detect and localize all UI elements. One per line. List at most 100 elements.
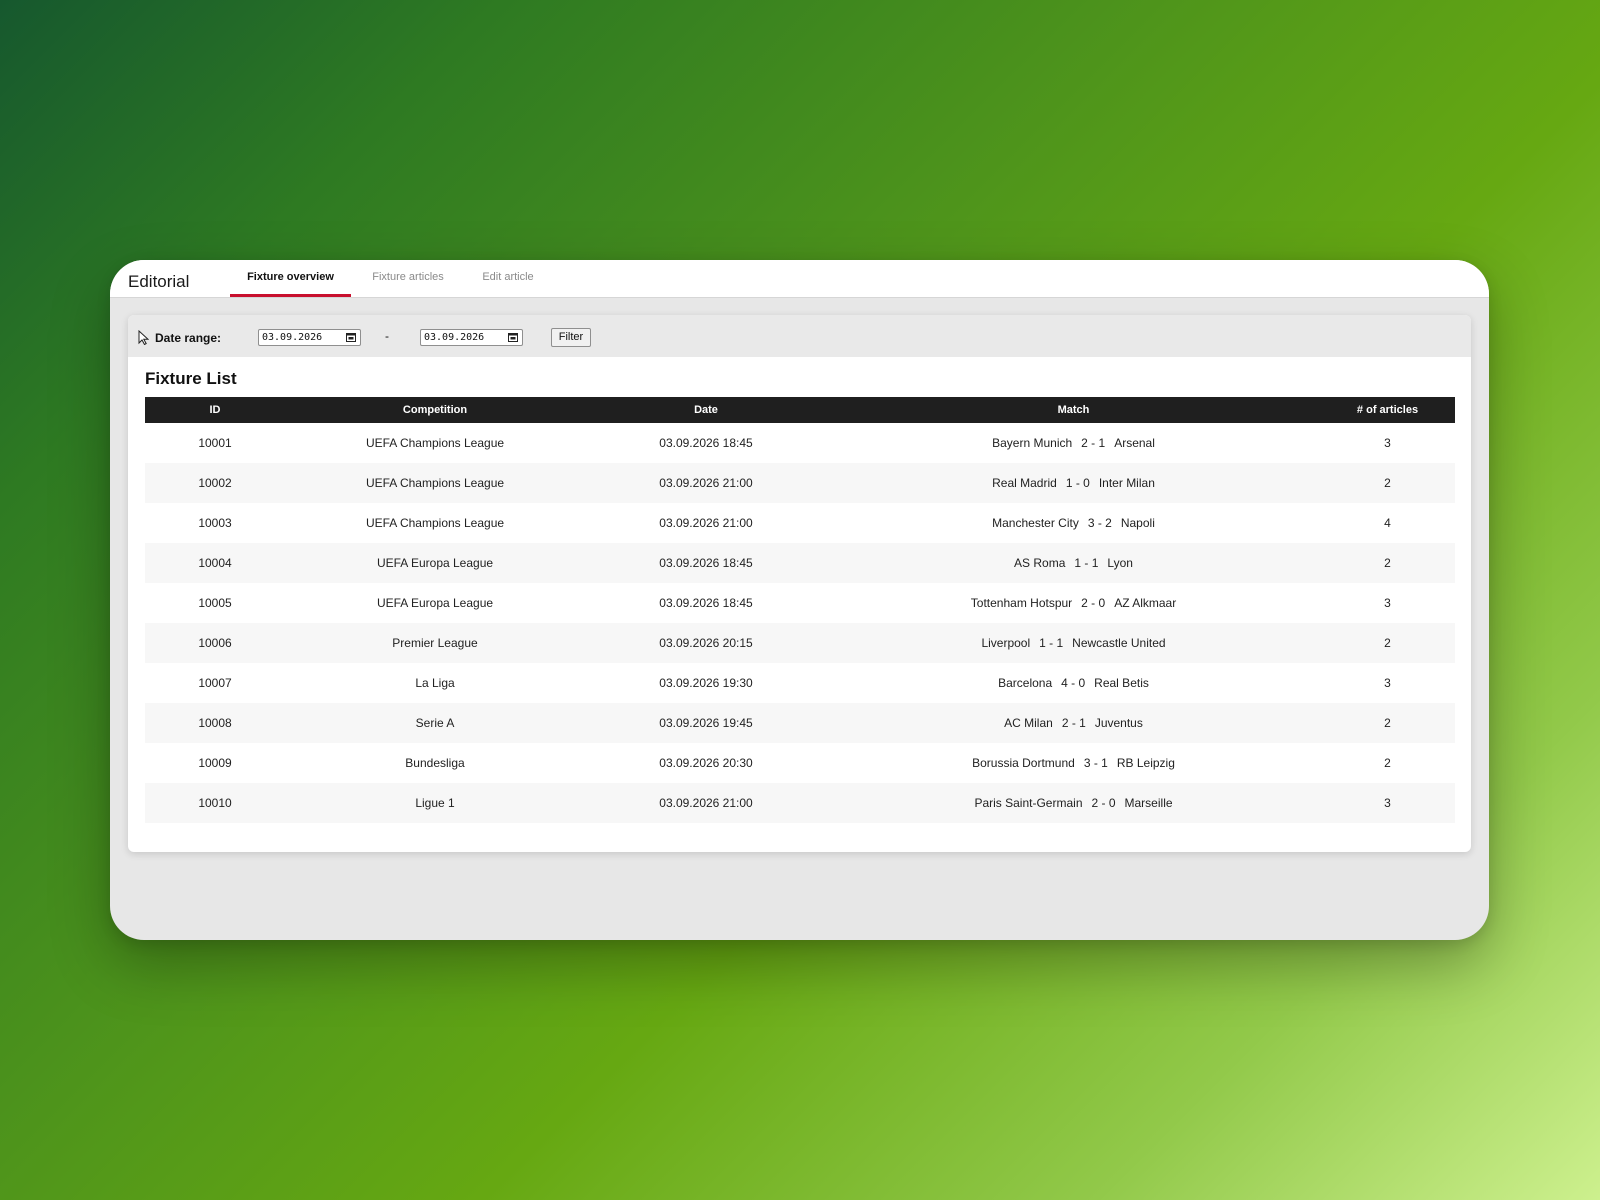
cell-articles: 3	[1384, 676, 1391, 690]
cell-date: 03.09.2026 20:30	[659, 756, 753, 770]
home-team: Barcelona	[998, 676, 1053, 690]
fixture-list-title: Fixture List	[145, 369, 237, 388]
date-to-input[interactable]: 03.09.2026	[420, 329, 523, 346]
away-team: Lyon	[1107, 556, 1133, 570]
cell-id: 10005	[198, 596, 232, 610]
column-header-articles[interactable]: # of articles	[1320, 397, 1455, 423]
cell-competition: UEFA Europa League	[376, 556, 494, 570]
match-score: 3 - 1	[1083, 756, 1108, 770]
cell-articles: 2	[1384, 556, 1391, 570]
tab-fixture-articles[interactable]: Fixture articles	[363, 271, 453, 297]
cell-articles: 3	[1384, 796, 1391, 810]
table-row[interactable]: 10003 UEFA Champions League 03.09.2026 2…	[145, 503, 1455, 543]
away-team: RB Leipzig	[1116, 756, 1175, 770]
cell-date: 03.09.2026 18:45	[659, 436, 753, 450]
table-row[interactable]: 10006 Premier League 03.09.2026 20:15 Li…	[145, 623, 1455, 663]
cell-date: 03.09.2026 20:15	[659, 636, 753, 650]
cell-date: 03.09.2026 21:00	[659, 796, 753, 810]
cell-match: AC Milan 2 - 1 Juventus	[827, 703, 1320, 743]
home-team: Tottenham Hotspur	[970, 596, 1073, 610]
home-team: Manchester City	[992, 516, 1079, 530]
cell-date: 03.09.2026 19:30	[659, 676, 753, 690]
cell-date: 03.09.2026 21:00	[659, 516, 753, 530]
table-header-row: ID Competition Date Match # of articles	[145, 397, 1455, 423]
date-from-input[interactable]: 03.09.2026	[258, 329, 361, 346]
home-team: Liverpool	[981, 636, 1031, 650]
cell-match: Real Madrid 1 - 0 Inter Milan	[827, 463, 1320, 503]
date-from-value: 03.09.2026	[262, 332, 323, 343]
cell-match: AS Roma 1 - 1 Lyon	[827, 543, 1320, 583]
away-team: Napoli	[1120, 516, 1155, 530]
cell-match: Manchester City 3 - 2 Napoli	[827, 503, 1320, 543]
column-header-competition[interactable]: Competition	[285, 397, 585, 423]
cell-id: 10010	[198, 796, 232, 810]
cell-competition: Bundesliga	[405, 756, 465, 770]
cell-match: Bayern Munich 2 - 1 Arsenal	[827, 423, 1320, 463]
cell-competition: Serie A	[415, 716, 455, 730]
away-team: Juventus	[1094, 716, 1143, 730]
table-row[interactable]: 10004 UEFA Europa League 03.09.2026 18:4…	[145, 543, 1455, 583]
cell-match: Paris Saint-Germain 2 - 0 Marseille	[827, 783, 1320, 823]
date-filter-bar: Date range: 03.09.2026 - 03.09.2026 Filt…	[128, 315, 1471, 357]
cell-date: 03.09.2026 21:00	[659, 476, 753, 490]
cell-articles: 3	[1384, 596, 1391, 610]
cell-id: 10007	[198, 676, 232, 690]
home-team: Borussia Dortmund	[972, 756, 1075, 770]
tab-fixture-overview[interactable]: Fixture overview	[230, 271, 351, 297]
cell-id: 10003	[198, 516, 232, 530]
cell-competition: UEFA Champions League	[365, 476, 505, 490]
match-score: 1 - 1	[1039, 636, 1064, 650]
column-header-match[interactable]: Match	[827, 397, 1320, 423]
cell-competition: UEFA Champions League	[365, 516, 505, 530]
table-row[interactable]: 10007 La Liga 03.09.2026 19:30 Barcelona…	[145, 663, 1455, 703]
column-header-date[interactable]: Date	[585, 397, 827, 423]
cell-articles: 2	[1384, 716, 1391, 730]
app-window: Editorial Fixture overview Fixture artic…	[110, 260, 1489, 940]
cell-id: 10002	[198, 476, 232, 490]
table-row[interactable]: 10001 UEFA Champions League 03.09.2026 1…	[145, 423, 1455, 463]
table-row[interactable]: 10002 UEFA Champions League 03.09.2026 2…	[145, 463, 1455, 503]
column-header-id[interactable]: ID	[145, 397, 285, 423]
away-team: Newcastle United	[1072, 636, 1166, 650]
cell-date: 03.09.2026 18:45	[659, 596, 753, 610]
fixture-card: Date range: 03.09.2026 - 03.09.2026 Filt…	[128, 315, 1471, 852]
top-nav-bar: Editorial Fixture overview Fixture artic…	[110, 260, 1489, 298]
cell-match: Borussia Dortmund 3 - 1 RB Leipzig	[827, 743, 1320, 783]
home-team: AS Roma	[1014, 556, 1066, 570]
table-row[interactable]: 10009 Bundesliga 03.09.2026 20:30 Boruss…	[145, 743, 1455, 783]
table-row[interactable]: 10008 Serie A 03.09.2026 19:45 AC Milan 2…	[145, 703, 1455, 743]
mouse-pointer-icon	[138, 329, 150, 350]
cell-match: Barcelona 4 - 0 Real Betis	[827, 663, 1320, 703]
match-score: 2 - 0	[1091, 796, 1116, 810]
cell-match: Tottenham Hotspur 2 - 0 AZ Alkmaar	[827, 583, 1320, 623]
calendar-icon[interactable]	[508, 332, 518, 347]
cell-articles: 2	[1384, 636, 1391, 650]
home-team: Bayern Munich	[992, 436, 1073, 450]
match-score: 2 - 0	[1081, 596, 1106, 610]
cell-id: 10006	[198, 636, 232, 650]
cell-competition: La Liga	[415, 676, 455, 690]
table-row[interactable]: 10010 Ligue 1 03.09.2026 21:00 Paris Sai…	[145, 783, 1455, 823]
date-to-value: 03.09.2026	[424, 332, 485, 343]
date-range-label: Date range:	[155, 331, 222, 345]
away-team: Inter Milan	[1098, 476, 1155, 490]
match-score: 1 - 0	[1065, 476, 1090, 490]
away-team: Arsenal	[1114, 436, 1155, 450]
cell-id: 10008	[198, 716, 232, 730]
filter-button[interactable]: Filter	[551, 328, 591, 347]
match-score: 3 - 2	[1087, 516, 1112, 530]
cell-date: 03.09.2026 18:45	[659, 556, 753, 570]
table-row[interactable]: 10005 UEFA Europa League 03.09.2026 18:4…	[145, 583, 1455, 623]
cell-competition: UEFA Champions League	[365, 436, 505, 450]
cell-id: 10001	[198, 436, 232, 450]
cell-id: 10004	[198, 556, 232, 570]
tab-edit-article[interactable]: Edit article	[471, 271, 545, 297]
away-team: Real Betis	[1094, 676, 1149, 690]
fixture-table: ID Competition Date Match # of articles …	[145, 397, 1455, 823]
cell-articles: 4	[1384, 516, 1391, 530]
cell-articles: 3	[1384, 436, 1391, 450]
calendar-icon[interactable]	[346, 332, 356, 347]
match-score: 1 - 1	[1074, 556, 1099, 570]
away-team: AZ Alkmaar	[1114, 596, 1177, 610]
cell-competition: Ligue 1	[415, 796, 455, 810]
